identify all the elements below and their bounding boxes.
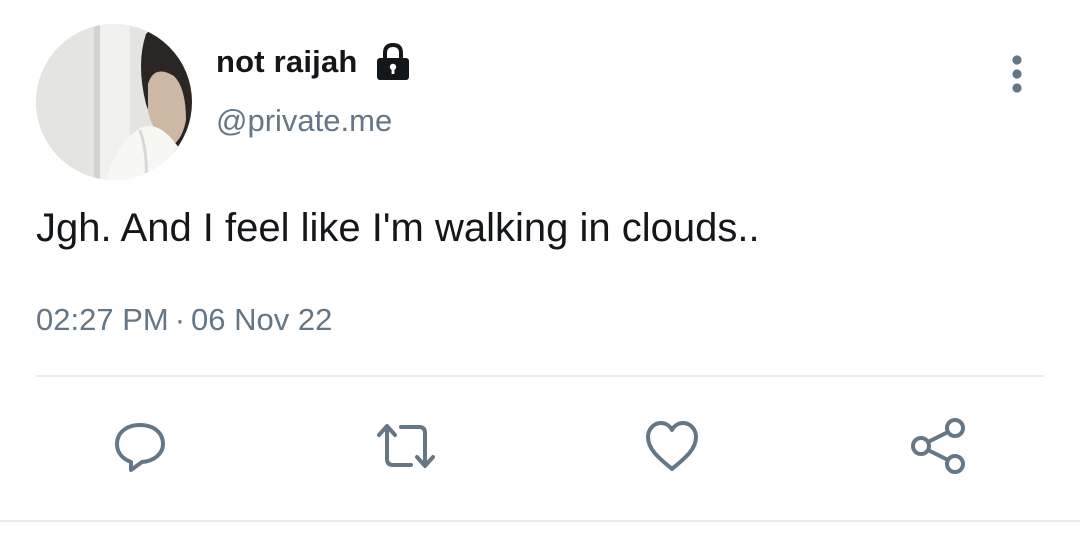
display-name[interactable]: not raijah: [216, 44, 358, 80]
tweet-timestamp[interactable]: 02:27 PM · 06 Nov 22: [36, 302, 332, 338]
more-button[interactable]: [1000, 52, 1034, 100]
avatar[interactable]: [36, 24, 192, 180]
like-icon: [643, 417, 701, 480]
share-icon: [908, 416, 968, 481]
reply-icon: [111, 417, 169, 480]
tweet-text: Jgh. And I feel like I'm walking in clou…: [36, 206, 760, 250]
tweet-card: not raijah @private.me Jgh. And I feel l…: [0, 0, 1080, 540]
like-button[interactable]: [642, 418, 702, 478]
tweet-date: 06 Nov 22: [191, 302, 333, 337]
reply-button[interactable]: [110, 418, 170, 478]
retweet-icon: [373, 417, 439, 480]
tweet-time: 02:27 PM: [36, 302, 169, 337]
lock-icon: [374, 42, 412, 82]
more-vertical-icon: [1009, 52, 1025, 101]
name-row: not raijah: [216, 40, 412, 84]
share-button[interactable]: [908, 416, 968, 481]
divider: [36, 375, 1044, 377]
meta-separator: ·: [174, 302, 186, 337]
handle[interactable]: @private.me: [216, 103, 392, 139]
bottom-divider: [0, 520, 1080, 522]
retweet-button[interactable]: [376, 418, 436, 478]
action-bar: [0, 416, 1080, 481]
